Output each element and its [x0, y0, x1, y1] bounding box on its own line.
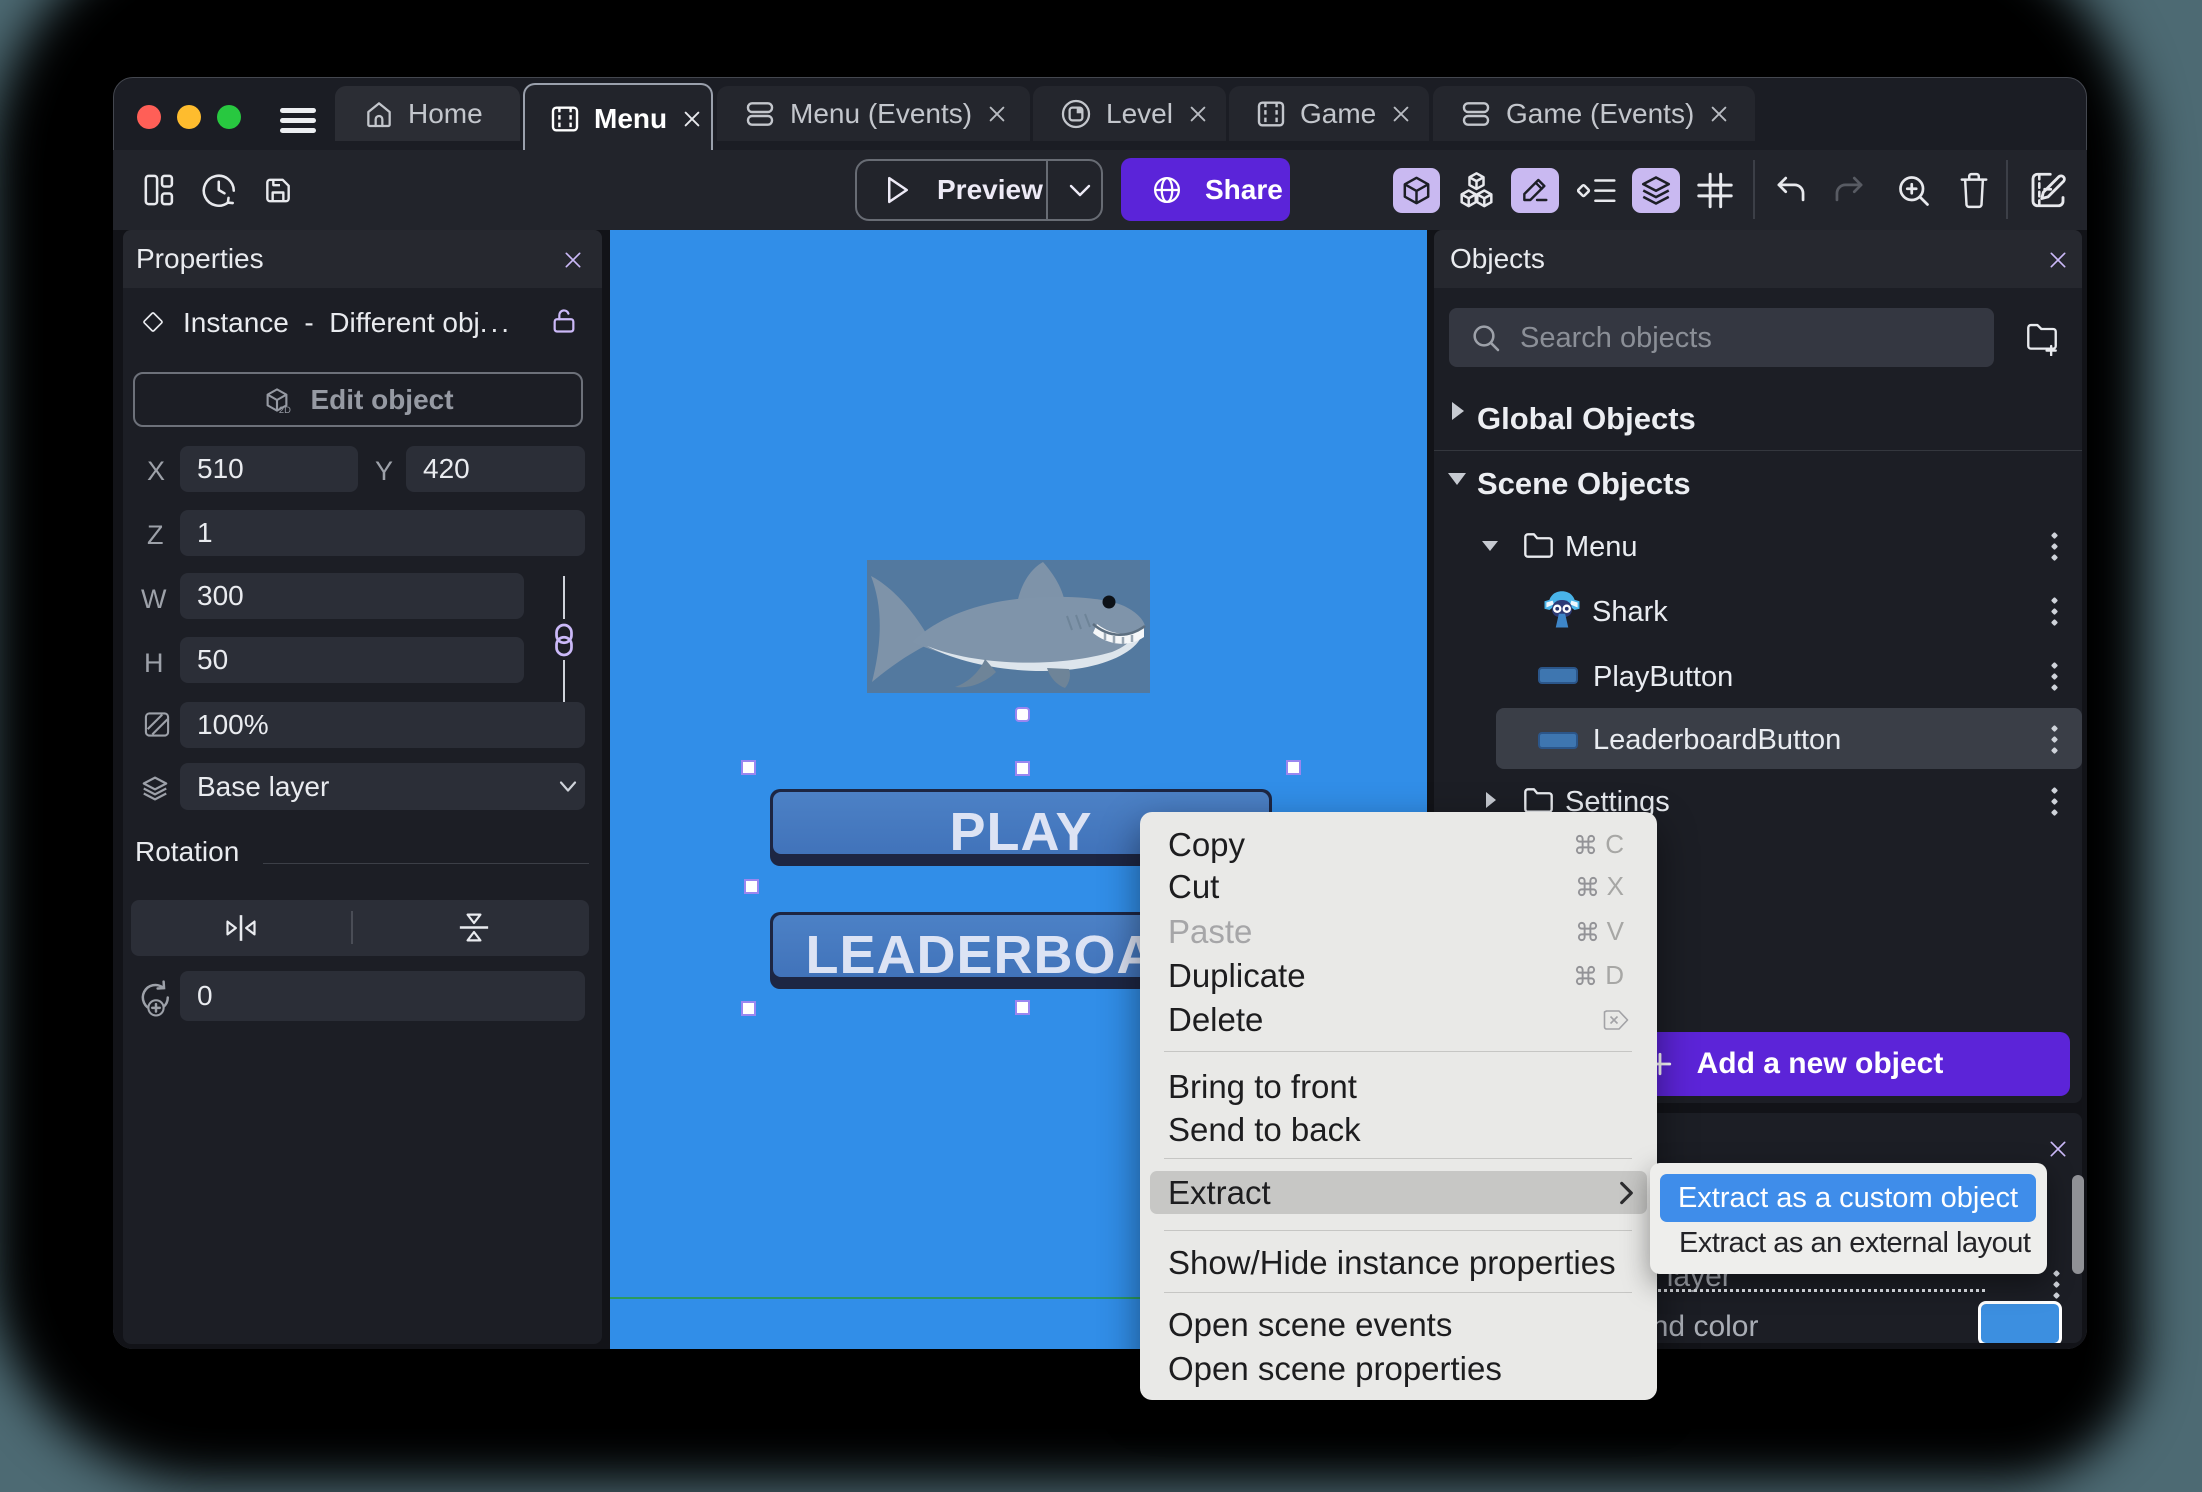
- svg-text:2D: 2D: [279, 405, 291, 415]
